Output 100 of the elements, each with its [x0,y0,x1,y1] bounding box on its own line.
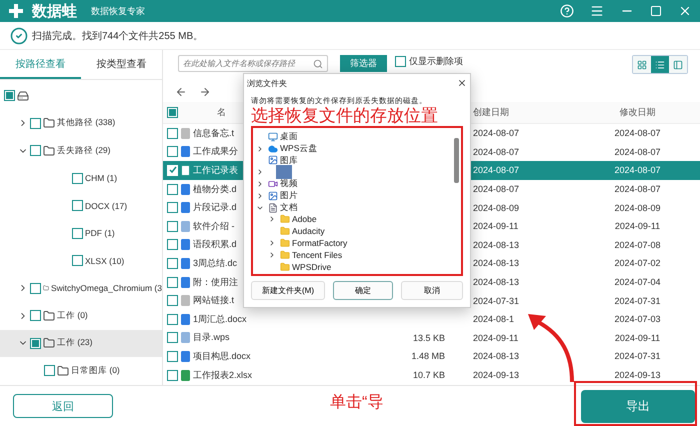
panel-view-button[interactable] [669,56,687,73]
checkbox[interactable] [72,172,83,184]
tree-item-label[interactable]: PDF (1) [85,228,115,238]
checkbox[interactable] [72,255,83,266]
tree-item-label[interactable]: SwitchyOmega_Chromium (3 [50,283,162,294]
checkbox[interactable] [167,314,178,325]
scrollbar[interactable] [454,138,459,183]
folder-item[interactable]: Audacity [292,226,325,236]
desktop-icon [268,132,278,142]
folder-icon [280,262,290,272]
forward-arrow-icon[interactable] [199,86,211,98]
checkbox-label: 仅显示删除项 [409,55,463,68]
blurred-icon [276,165,292,180]
tree-item-label[interactable]: DOCX (17) [85,200,128,211]
folder-item[interactable]: Tencent Files [292,250,342,260]
select-all-checkbox[interactable] [167,107,178,118]
created-date: 2024-08-09 [472,202,520,213]
created-date: 2024-08-13 [472,351,520,362]
tree-item-label[interactable]: 工作 (0) [57,310,88,322]
document-icon [268,202,278,213]
maximize-button[interactable] [650,5,662,17]
folder-item[interactable]: WPSDrive [292,262,332,272]
modified-date: 2024-07-31 [613,296,662,306]
created-date: 2024-07-31 [472,296,520,306]
drive-icon [17,90,29,102]
checkbox[interactable] [167,332,178,344]
modified-date: 2024-07-03 [613,314,662,324]
view-tab[interactable]: 按路径查看 [0,50,81,79]
tree-item-label[interactable]: 工作 (23) [57,337,92,350]
filter-button[interactable]: 筛选器 [340,55,387,72]
folder-icon [280,214,290,224]
checkbox[interactable] [72,200,83,212]
modified-date: 2024-07-02 [613,258,662,268]
folder-item[interactable]: 图片 [280,190,298,202]
help-button[interactable] [560,4,574,18]
folder-icon [43,310,55,322]
video-icon [268,179,278,190]
file-name: 信息备忘.t [193,126,234,140]
arrow-annotation [528,314,574,382]
close-button[interactable] [457,78,467,88]
back-button[interactable]: 返回 [13,394,113,418]
tree-item-label[interactable]: XLSX (10) [85,256,124,266]
checkbox[interactable] [167,276,178,288]
modified-date: 2024-08-07 [613,146,662,157]
checkbox[interactable] [30,145,41,156]
tree-item-label[interactable]: CHM (1) [85,173,118,184]
column-header[interactable]: 修改日期 [575,106,700,119]
folder-icon [43,337,55,350]
folder-item[interactable]: WPS云盘 [280,142,318,155]
menu-button[interactable] [590,4,604,18]
created-date: 2024-08-07 [472,184,520,194]
back-arrow-icon[interactable] [175,86,187,98]
checkbox[interactable] [44,365,55,376]
folder-item[interactable]: Adobe [292,214,317,224]
dialog-button[interactable]: 取消 [401,281,463,300]
created-date: 2024-08-07 [472,146,520,157]
folder-item[interactable]: 视频 [280,178,298,190]
checkbox[interactable] [167,258,178,269]
modified-date: 2024-08-07 [613,128,662,138]
checkbox[interactable] [395,56,406,67]
checkbox[interactable] [30,338,41,349]
tree-item-label[interactable]: 日常图库 (0) [71,364,120,377]
checkbox[interactable] [167,220,178,232]
dialog-button[interactable]: 新建文件夹(M) [251,281,325,300]
checkbox[interactable] [167,146,178,158]
checkbox[interactable] [167,295,178,306]
search-icon [313,58,323,68]
checkbox[interactable] [167,128,178,139]
folder-item[interactable]: 文档 [280,202,298,214]
dialog-button[interactable]: 确定 [333,281,393,300]
modified-date: 2024-08-07 [613,165,662,176]
checkbox[interactable] [167,184,178,195]
file-name: 植物分类.d [193,182,237,196]
search-field[interactable]: 在此处输入文件名称或保存路径 [178,55,328,72]
folder-icon [57,364,69,377]
checkbox[interactable] [30,282,41,294]
folder-item[interactable]: FormatFactory [292,238,348,248]
checkbox[interactable] [30,118,41,129]
folder-icon [43,117,55,130]
grid-view-button[interactable] [633,56,651,73]
image-icon [268,155,278,166]
checkbox[interactable] [72,228,83,239]
list-view-button[interactable] [651,56,669,73]
file-size: 1.48 MB [410,351,445,362]
checkbox[interactable] [4,90,15,102]
folder-item[interactable]: 桌面 [280,130,298,143]
folder-icon [280,250,290,260]
checkbox[interactable] [167,239,178,250]
checkbox[interactable] [167,370,178,381]
tree-item-label[interactable]: 丢失路径 (29) [57,144,110,157]
created-date: 2024-08-13 [472,258,520,268]
tree-item-label[interactable]: 其他路径 (338) [57,117,116,130]
file-name: 目录.wps [193,331,230,344]
view-tab[interactable]: 按类型查看 [81,50,162,79]
export-button[interactable]: 导出 [581,390,695,422]
checkbox[interactable] [30,310,41,322]
checkbox[interactable] [167,350,178,362]
checkbox[interactable] [167,202,178,214]
folder-item[interactable]: 图库 [280,154,298,166]
file-name: 软件介绍 - [193,220,234,233]
